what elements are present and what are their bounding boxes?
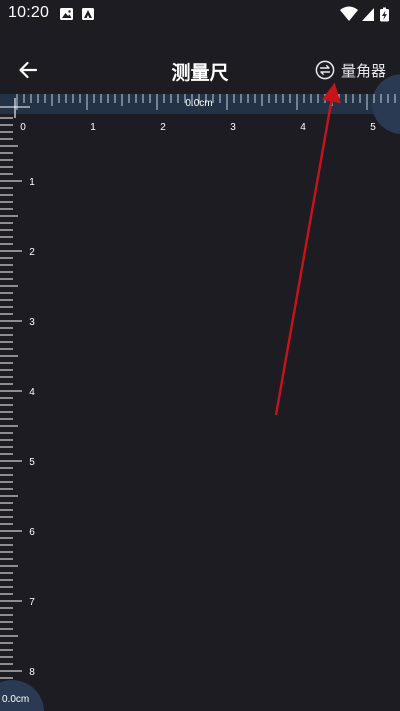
vertical-tick-label: 5 [29, 457, 35, 468]
vertical-tick-label: 1 [29, 177, 35, 188]
vertical-readout: 0.0cm [2, 694, 29, 705]
horizontal-tick-label: 3 [230, 122, 236, 133]
vertical-tick-label: 2 [29, 247, 35, 258]
horizontal-ruler-drag-handle[interactable] [372, 74, 400, 134]
ruler-canvas: 0.0cm 0 1 2 3 4 5 1 2 3 4 5 6 7 8 0.0cm [0, 74, 400, 711]
vertical-tick-label: 7 [29, 597, 35, 608]
annotation-arrow [274, 82, 341, 416]
vertical-ruler-ticks[interactable] [0, 117, 22, 707]
vertical-tick-label: 3 [29, 317, 35, 328]
horizontal-ruler-labels: 0 1 2 3 4 5 [20, 122, 376, 133]
horizontal-tick-label: 4 [300, 122, 306, 133]
horizontal-tick-label: 1 [90, 122, 96, 133]
horizontal-readout: 0.0cm [185, 98, 212, 109]
horizontal-tick-label: 0 [20, 122, 26, 133]
vertical-tick-label: 4 [29, 387, 35, 398]
vertical-ruler-labels: 1 2 3 4 5 6 7 8 [29, 177, 35, 678]
horizontal-tick-label: 5 [370, 122, 376, 133]
vertical-tick-label: 8 [29, 667, 35, 678]
vertical-tick-label: 6 [29, 527, 35, 538]
horizontal-tick-label: 2 [160, 122, 166, 133]
